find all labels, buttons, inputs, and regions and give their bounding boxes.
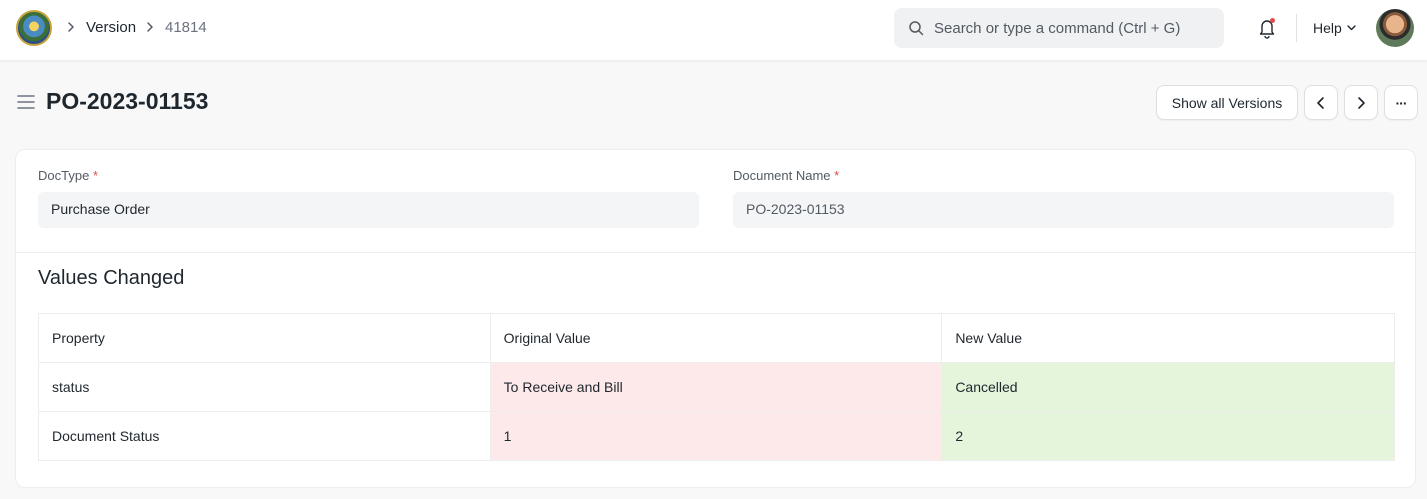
previous-record-button[interactable] bbox=[1304, 85, 1338, 120]
section-divider bbox=[16, 252, 1415, 253]
property-cell: Document Status bbox=[38, 411, 491, 461]
table-header-row: Property Original Value New Value bbox=[38, 313, 1395, 363]
new-value-cell: Cancelled bbox=[941, 362, 1395, 412]
table-row: status To Receive and Bill Cancelled bbox=[38, 362, 1395, 412]
document-name-field[interactable]: PO-2023-01153 bbox=[733, 192, 1394, 228]
doctype-label: DocType * bbox=[38, 168, 98, 183]
doctype-field[interactable]: Purchase Order bbox=[38, 192, 699, 228]
new-value-cell: 2 bbox=[941, 411, 1395, 461]
user-avatar[interactable] bbox=[1376, 9, 1414, 47]
document-name-label-text: Document Name bbox=[733, 168, 831, 183]
navbar: Version 41814 Search or type a command (… bbox=[0, 0, 1427, 61]
notification-dot bbox=[1270, 18, 1275, 23]
values-changed-heading: Values Changed bbox=[38, 267, 185, 289]
search-input[interactable]: Search or type a command (Ctrl + G) bbox=[894, 8, 1224, 48]
sidebar-toggle-icon[interactable] bbox=[17, 93, 35, 111]
breadcrumb-version[interactable]: Version bbox=[86, 19, 136, 36]
help-menu-button[interactable]: Help bbox=[1313, 20, 1342, 36]
column-header-property: Property bbox=[38, 313, 491, 363]
more-actions-button[interactable]: ··· bbox=[1384, 85, 1418, 120]
column-header-original-value: Original Value bbox=[489, 313, 943, 363]
table-row: Document Status 1 2 bbox=[38, 411, 1395, 461]
document-name-label: Document Name * bbox=[733, 168, 839, 183]
search-placeholder: Search or type a command (Ctrl + G) bbox=[934, 20, 1181, 37]
search-icon bbox=[909, 21, 924, 36]
chevron-left-icon bbox=[1317, 96, 1324, 109]
chevron-down-icon[interactable] bbox=[1346, 23, 1357, 33]
doctype-label-text: DocType bbox=[38, 168, 90, 183]
values-changed-table: Property Original Value New Value status… bbox=[38, 313, 1395, 461]
required-marker: * bbox=[834, 168, 840, 183]
required-marker: * bbox=[92, 168, 98, 183]
column-header-new-value: New Value bbox=[941, 313, 1395, 363]
page-title: PO-2023-01153 bbox=[46, 88, 209, 114]
breadcrumb-record-id[interactable]: 41814 bbox=[165, 19, 207, 36]
breadcrumb-chevron-icon bbox=[68, 22, 74, 32]
navbar-divider bbox=[1296, 14, 1297, 42]
next-record-button[interactable] bbox=[1344, 85, 1378, 120]
app-logo[interactable] bbox=[16, 10, 52, 46]
chevron-right-icon bbox=[1358, 96, 1365, 109]
show-all-versions-button[interactable]: Show all Versions bbox=[1156, 85, 1298, 120]
original-value-cell: 1 bbox=[489, 411, 943, 461]
version-form-card: DocType * Purchase Order Document Name *… bbox=[15, 149, 1416, 488]
original-value-cell: To Receive and Bill bbox=[489, 362, 943, 412]
breadcrumb-chevron-icon bbox=[147, 22, 153, 32]
property-cell: status bbox=[38, 362, 491, 412]
